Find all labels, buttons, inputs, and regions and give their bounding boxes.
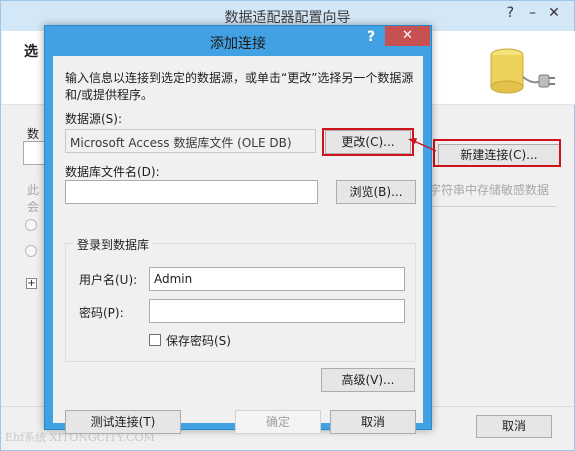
faded-line-2: 会	[27, 200, 40, 214]
ok-button[interactable]: 确定	[235, 410, 321, 434]
faded-text-right: 字符串中存储敏感数据	[429, 183, 550, 197]
password-input[interactable]	[149, 299, 405, 323]
radio-option-1[interactable]	[25, 219, 37, 231]
dialog-close-button[interactable]: ✕	[385, 26, 430, 46]
username-input[interactable]: Admin	[149, 267, 405, 291]
wizard-title: 数据适配器配置向导	[224, 10, 351, 26]
faded-text-left: 此 会	[27, 181, 39, 215]
save-password-checkbox[interactable]	[149, 334, 161, 346]
change-highlight	[322, 128, 414, 156]
test-connection-button[interactable]: 测试连接(T)	[65, 410, 181, 434]
db-file-label: 数据库文件名(D):	[65, 165, 160, 179]
wizard-minimize-button[interactable]: –	[529, 5, 536, 21]
intro-text: 输入信息以连接到选定的数据源，或单击“更改”选择另一个数据源和/或提供程序。	[65, 71, 414, 102]
wizard-help-button[interactable]: ?	[507, 5, 514, 21]
username-label: 用户名(U):	[79, 273, 138, 287]
browse-button[interactable]: 浏览(B)...	[336, 180, 416, 204]
new-connection-highlight	[433, 139, 561, 167]
wizard-cancel-button[interactable]: 取消	[476, 415, 552, 438]
radio-option-2[interactable]	[25, 245, 37, 257]
dialog-cancel-button[interactable]: 取消	[330, 410, 416, 434]
wizard-close-button[interactable]: ✕	[540, 2, 568, 24]
add-connection-dialog: 添加连接 ? ✕ 输入信息以连接到选定的数据源，或单击“更改”选择另一个数据源和…	[44, 25, 432, 434]
dialog-body: 输入信息以连接到选定的数据源，或单击“更改”选择另一个数据源和/或提供程序。 数…	[53, 56, 423, 434]
data-source-label: 数据源(S):	[65, 112, 123, 126]
faded-line-1: 此	[27, 183, 40, 197]
login-group-title: 登录到数据库	[73, 236, 154, 253]
advanced-button[interactable]: 高级(V)...	[321, 368, 415, 392]
right-panel	[431, 206, 556, 386]
wizard-header-title: 选	[24, 44, 38, 60]
dialog-help-button[interactable]: ?	[367, 29, 375, 45]
db-file-input[interactable]	[65, 180, 318, 204]
save-password-label: 保存密码(S)	[166, 334, 231, 348]
expand-icon[interactable]: +	[26, 278, 37, 289]
data-source-field: Microsoft Access 数据库文件 (OLE DB)	[65, 129, 316, 153]
database-plug-icon	[490, 48, 555, 94]
data-connection-label: 数	[27, 127, 40, 141]
password-label: 密码(P):	[79, 306, 124, 320]
dialog-title-bar: 添加连接 ? ✕	[45, 26, 431, 56]
